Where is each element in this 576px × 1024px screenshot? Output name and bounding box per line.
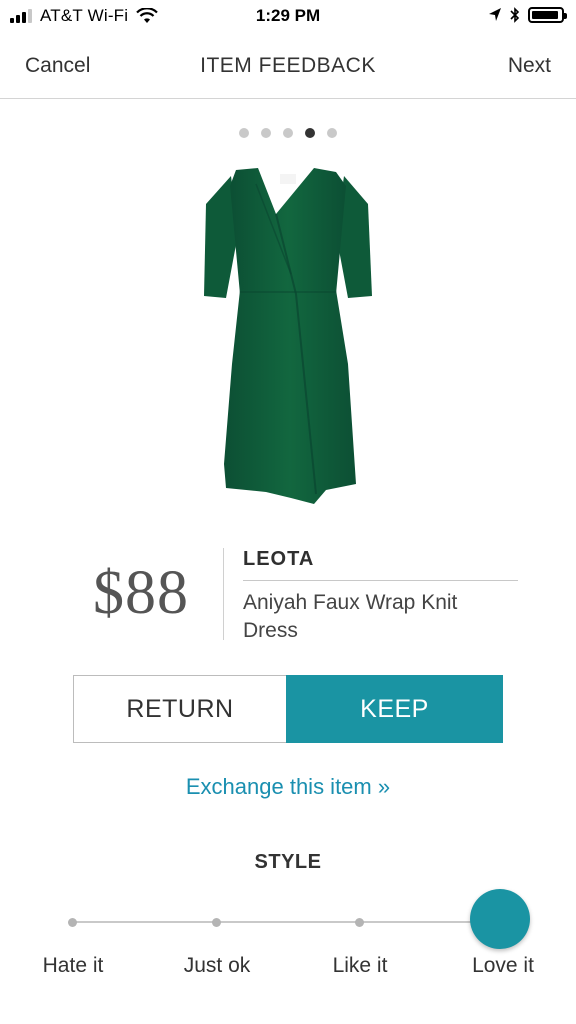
rating-label-like-it[interactable]: Like it [300,954,420,978]
status-right [488,6,567,24]
pager-dot[interactable] [261,128,271,138]
product-image[interactable] [196,164,380,514]
next-button[interactable]: Next [508,54,551,78]
rating-label-love-it[interactable]: Love it [443,954,563,978]
location-arrow-icon [489,8,501,21]
return-button[interactable]: RETURN [73,675,286,743]
status-bar: AT&T Wi-Fi 1:29 PM [0,0,576,34]
page-title: ITEM FEEDBACK [200,54,376,77]
brand-name: LEOTA [243,548,315,570]
pager-dot-active[interactable] [305,128,315,138]
image-pager [0,128,576,138]
rating-slider-thumb[interactable] [470,889,530,949]
product-name: Aniyah Faux Wrap Knit Dress [243,591,458,642]
rating-label-hate-it[interactable]: Hate it [13,954,133,978]
exchange-item-link[interactable]: Exchange this item » [0,774,576,800]
horizontal-divider [243,580,518,581]
rating-stop-like[interactable] [355,918,364,927]
bluetooth-icon [510,7,520,23]
keep-button[interactable]: KEEP [286,675,503,743]
navigation-bar: Cancel ITEM FEEDBACK Next [0,34,576,99]
vertical-divider [223,548,224,640]
pager-dot[interactable] [239,128,249,138]
rating-stop-hate[interactable] [68,918,77,927]
pager-dot[interactable] [327,128,337,138]
battery-icon [528,7,567,23]
rating-stop-just-ok[interactable] [212,918,221,927]
pager-dot[interactable] [283,128,293,138]
style-rating-heading: STYLE [254,851,322,873]
keep-return-toggle: RETURN KEEP [73,675,503,743]
rating-slider-track[interactable] [72,921,502,923]
rating-label-just-ok[interactable]: Just ok [157,954,277,978]
price: $88 [93,559,189,627]
